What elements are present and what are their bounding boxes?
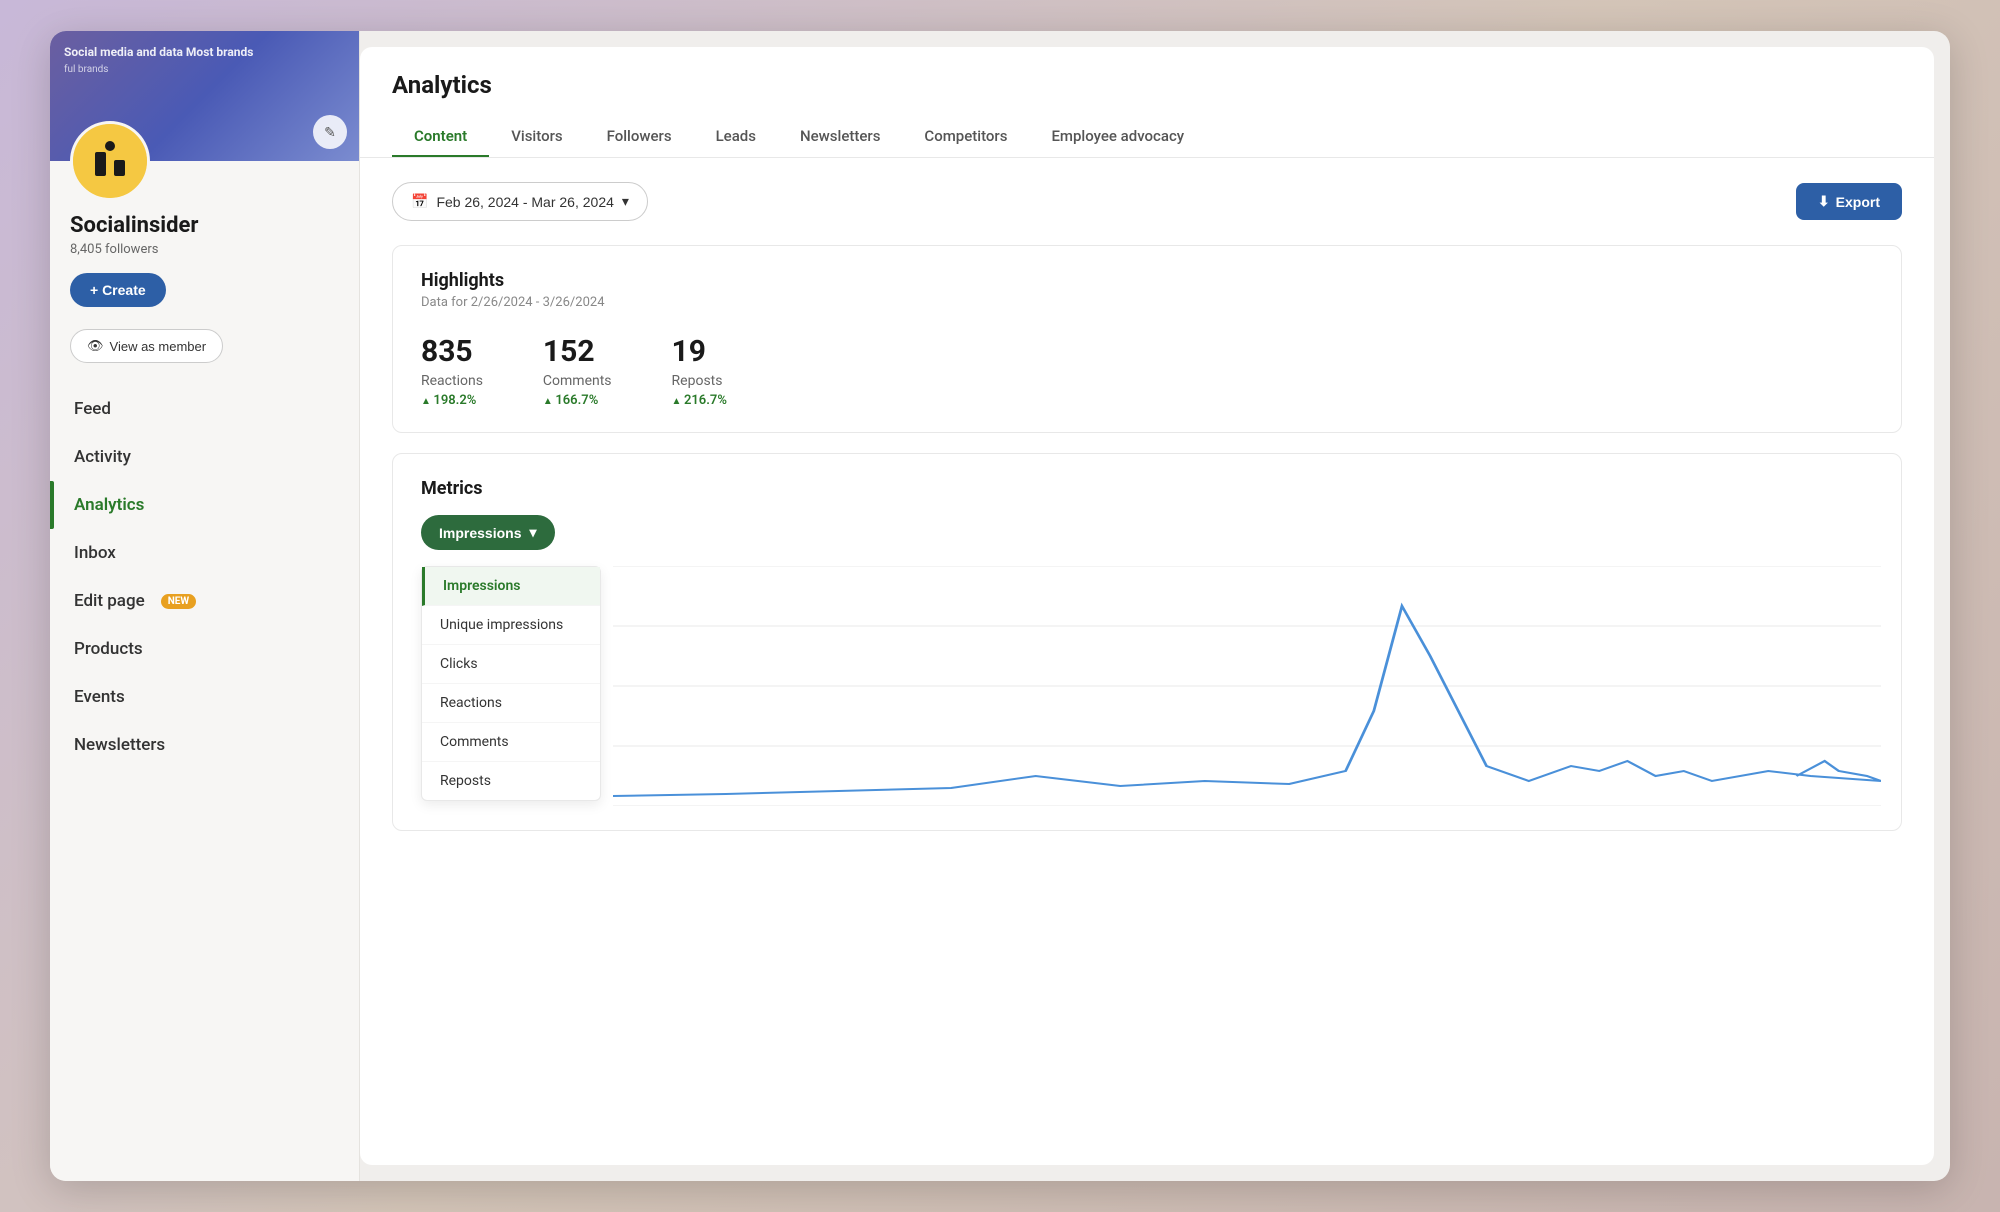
dropdown-item-impressions[interactable]: Impressions xyxy=(422,567,600,606)
dropdown-item-unique-impressions[interactable]: Unique impressions xyxy=(422,606,600,645)
calendar-icon: 📅 xyxy=(411,193,428,210)
avatar xyxy=(70,121,150,201)
analytics-header: Analytics Content Visitors Followers Lea… xyxy=(360,47,1934,158)
metrics-body: Impressions Unique impressions Clicks Re… xyxy=(393,566,1901,830)
profile-followers: 8,405 followers xyxy=(70,242,339,257)
metrics-card: Metrics Impressions ▾ Impressions Unique… xyxy=(392,453,1902,831)
sidebar-nav: Feed Activity Analytics Inbox Edit page … xyxy=(50,369,359,1181)
tab-leads[interactable]: Leads xyxy=(694,117,778,157)
dropdown-item-clicks[interactable]: Clicks xyxy=(422,645,600,684)
sidebar-item-newsletters[interactable]: Newsletters xyxy=(50,721,359,769)
metrics-title: Metrics xyxy=(421,478,1873,499)
profile-avatar-area xyxy=(50,121,359,201)
newsletters-label: Newsletters xyxy=(74,735,165,755)
app-container: Social media and data Most brands ful br… xyxy=(50,31,1950,1181)
tab-competitors[interactable]: Competitors xyxy=(902,117,1029,157)
dropdown-item-comments[interactable]: Comments xyxy=(422,723,600,762)
metrics-header: Metrics Impressions ▾ xyxy=(393,478,1901,566)
dropdown-item-reposts[interactable]: Reposts xyxy=(422,762,600,800)
avatar-icon xyxy=(73,124,147,198)
sidebar-item-products[interactable]: Products xyxy=(50,625,359,673)
highlights-row: 835 Reactions 198.2% 152 Comments 166.7%… xyxy=(421,334,1873,408)
impressions-dropdown-button[interactable]: Impressions ▾ xyxy=(421,515,555,550)
new-badge: NEW xyxy=(161,594,196,609)
profile-name: Socialinsider xyxy=(70,213,339,238)
activity-label: Activity xyxy=(74,447,131,467)
products-label: Products xyxy=(74,639,143,659)
comments-change: 166.7% xyxy=(543,393,612,408)
analytics-label: Analytics xyxy=(74,495,144,515)
sidebar-item-edit-page[interactable]: Edit page NEW xyxy=(50,577,359,625)
reposts-change: 216.7% xyxy=(672,393,727,408)
tab-content[interactable]: Content xyxy=(392,117,489,157)
inbox-label: Inbox xyxy=(74,543,116,563)
reactions-change: 198.2% xyxy=(421,393,483,408)
export-button[interactable]: ⬇ Export xyxy=(1796,183,1902,220)
dropdown-item-reactions[interactable]: Reactions xyxy=(422,684,600,723)
reactions-label: Reactions xyxy=(421,373,483,389)
download-icon: ⬇ xyxy=(1818,193,1830,210)
highlights-subtitle: Data for 2/26/2024 - 3/26/2024 xyxy=(421,295,1873,310)
view-as-member-button[interactable]: 👁 View as member xyxy=(70,329,223,363)
highlight-reactions: 835 Reactions 198.2% xyxy=(421,334,483,408)
analytics-body: 📅 Feb 26, 2024 - Mar 26, 2024 ▾ ⬇ Export… xyxy=(360,158,1934,1165)
sidebar-item-activity[interactable]: Activity xyxy=(50,433,359,481)
impressions-chart xyxy=(613,566,1881,806)
banner-text: Social media and data Most brands ful br… xyxy=(64,41,253,76)
edit-page-label: Edit page xyxy=(74,591,145,611)
highlight-reposts: 19 Reposts 216.7% xyxy=(672,334,727,408)
sidebar-item-analytics[interactable]: Analytics xyxy=(50,481,359,529)
highlights-card: Highlights Data for 2/26/2024 - 3/26/202… xyxy=(392,245,1902,433)
metrics-dropdown-menu: Impressions Unique impressions Clicks Re… xyxy=(421,566,601,801)
comments-label: Comments xyxy=(543,373,612,389)
date-export-row: 📅 Feb 26, 2024 - Mar 26, 2024 ▾ ⬇ Export xyxy=(392,182,1902,221)
reposts-label: Reposts xyxy=(672,373,727,389)
page-title: Analytics xyxy=(392,71,1902,99)
create-button[interactable]: + Create xyxy=(70,273,166,307)
impressions-label: Impressions xyxy=(439,525,521,541)
feed-label: Feed xyxy=(74,399,111,419)
analytics-tabs: Content Visitors Followers Leads Newslet… xyxy=(392,117,1902,157)
dropdown-arrow-icon: ▾ xyxy=(529,524,536,541)
date-picker-button[interactable]: 📅 Feb 26, 2024 - Mar 26, 2024 ▾ xyxy=(392,182,648,221)
sidebar: Social media and data Most brands ful br… xyxy=(50,31,360,1181)
highlight-comments: 152 Comments 166.7% xyxy=(543,334,612,408)
sidebar-item-inbox[interactable]: Inbox xyxy=(50,529,359,577)
reposts-value: 19 xyxy=(672,334,727,369)
chart-container xyxy=(593,566,1901,830)
comments-value: 152 xyxy=(543,334,612,369)
reactions-value: 835 xyxy=(421,334,483,369)
chevron-down-icon: ▾ xyxy=(622,193,629,210)
profile-info: Socialinsider 8,405 followers + Create 👁… xyxy=(50,201,359,369)
highlights-title: Highlights xyxy=(421,270,1873,291)
tab-newsletters[interactable]: Newsletters xyxy=(778,117,902,157)
date-range-label: Feb 26, 2024 - Mar 26, 2024 xyxy=(436,194,613,210)
sidebar-item-events[interactable]: Events xyxy=(50,673,359,721)
sidebar-item-feed[interactable]: Feed xyxy=(50,385,359,433)
tab-visitors[interactable]: Visitors xyxy=(489,117,584,157)
eye-icon: 👁 xyxy=(87,338,104,354)
events-label: Events xyxy=(74,687,125,707)
tab-employee-advocacy[interactable]: Employee advocacy xyxy=(1029,117,1206,157)
main-content: Analytics Content Visitors Followers Lea… xyxy=(360,47,1934,1165)
tab-followers[interactable]: Followers xyxy=(585,117,694,157)
